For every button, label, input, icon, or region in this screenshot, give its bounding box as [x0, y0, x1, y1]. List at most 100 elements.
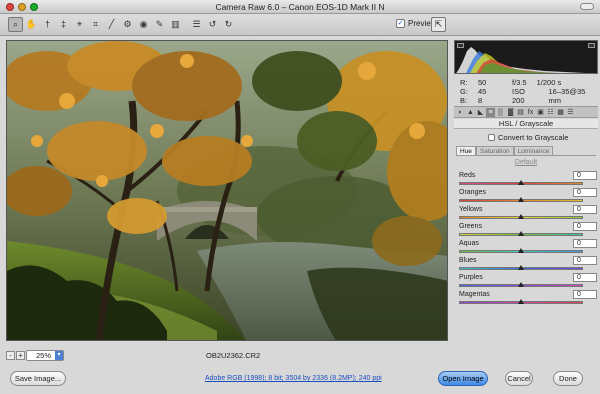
slider-value-input[interactable]: 0: [573, 188, 597, 197]
adjustments-panel: R: 50 G: 45 B: 8 f/3.5 1/200 s ISO 200 16–35@…: [452, 40, 600, 365]
spot-removal-tool-icon[interactable]: ⚙: [120, 17, 135, 32]
slider-thumb[interactable]: [518, 180, 524, 185]
g-label: G:: [460, 87, 468, 96]
pixel-readout: R: 50 G: 45 B: 8 f/3.5 1/200 s ISO 200 16–35@…: [454, 76, 598, 105]
slider-label: Reds: [459, 172, 476, 179]
zoom-level-select[interactable]: 25% ▾: [26, 350, 64, 361]
toolbar-toggle-button[interactable]: [580, 3, 594, 10]
tab-hue[interactable]: Hue: [456, 146, 476, 155]
graduated-filter-icon[interactable]: ▥: [168, 17, 183, 32]
histogram-graph: [456, 47, 585, 73]
snapshots-tab-icon[interactable]: ▦: [556, 108, 565, 117]
window-controls: [6, 3, 38, 11]
autumn-park-photo: [7, 41, 447, 340]
crop-tool-icon[interactable]: ⌗: [88, 17, 103, 32]
open-image-button[interactable]: Open Image: [438, 371, 488, 386]
camera-raw-window: Camera Raw 6.0 – Canon EOS-1D Mark II N …: [0, 0, 600, 394]
fx-tab-icon[interactable]: fx: [526, 108, 535, 117]
fullscreen-icon[interactable]: ⇱: [431, 17, 446, 32]
slider-label: Blues: [459, 257, 477, 264]
slider-thumb[interactable]: [518, 214, 524, 219]
panel-menu-icon[interactable]: ☰: [566, 108, 575, 117]
zoom-out-button[interactable]: -: [6, 351, 15, 360]
camera-calibration-tab-icon[interactable]: ▣: [536, 108, 545, 117]
slider-row-yellows: Yellows 0: [457, 205, 597, 222]
b-label: B:: [460, 96, 468, 105]
zoom-tool-icon[interactable]: ⌕: [8, 17, 23, 32]
presets-tab-icon[interactable]: ☷: [546, 108, 555, 117]
color-sampler-tool-icon[interactable]: ‡: [56, 17, 71, 32]
slider-value-input[interactable]: 0: [573, 171, 597, 180]
r-label: R:: [460, 78, 468, 87]
slider-value-input[interactable]: 0: [573, 222, 597, 231]
tab-saturation[interactable]: Saturation: [475, 146, 514, 155]
chevron-down-icon: ▾: [55, 351, 63, 360]
rotate-right-icon[interactable]: ↻: [221, 17, 236, 32]
title-bar: Camera Raw 6.0 – Canon EOS-1D Mark II N: [0, 0, 600, 14]
slider-thumb[interactable]: [518, 299, 524, 304]
workflow-options-link[interactable]: Adobe RGB (1998); 8 bit; 3504 by 2336 (8…: [205, 375, 382, 382]
preferences-icon[interactable]: ☰: [189, 17, 204, 32]
slider-thumb[interactable]: [518, 265, 524, 270]
slider-value-input[interactable]: 0: [573, 239, 597, 248]
targeted-adjustment-tool-icon[interactable]: ⌖: [72, 17, 87, 32]
zoom-level-value: 25%: [36, 351, 52, 360]
slider-label: Yellows: [459, 206, 483, 213]
tool-palette: ⌕ ✋ † ‡ ⌖ ⌗ ╱ ⚙ ◉ ✎ ▥ ☰ ↺ ↻: [8, 17, 236, 32]
basic-tab-icon[interactable]: ◐: [456, 108, 465, 117]
default-link[interactable]: Default: [452, 159, 600, 166]
slider-row-magentas: Magentas 0: [457, 290, 597, 307]
hsl-subtabs: Hue Saturation Luminance: [456, 146, 596, 156]
slider-thumb[interactable]: [518, 197, 524, 202]
slider-thumb[interactable]: [518, 231, 524, 236]
slider-value-input[interactable]: 0: [573, 256, 597, 265]
window-title: Camera Raw 6.0 – Canon EOS-1D Mark II N: [215, 2, 385, 12]
close-window-button[interactable]: [6, 3, 14, 11]
slider-thumb[interactable]: [518, 282, 524, 287]
detail-tab-icon[interactable]: ◣: [476, 108, 485, 117]
convert-grayscale-toggle[interactable]: Convert to Grayscale: [488, 133, 568, 142]
slider-label: Oranges: [459, 189, 486, 196]
slider-thumb[interactable]: [518, 248, 524, 253]
save-image-button[interactable]: Save Image...: [10, 371, 66, 386]
straighten-tool-icon[interactable]: ╱: [104, 17, 119, 32]
red-eye-tool-icon[interactable]: ◉: [136, 17, 151, 32]
tab-luminance[interactable]: Luminance: [513, 146, 554, 155]
split-toning-tab-icon[interactable]: ▒: [496, 108, 505, 117]
lens-corrections-tab-icon[interactable]: ▓: [506, 108, 515, 117]
zoom-in-button[interactable]: +: [16, 351, 25, 360]
camera-info: f/3.5 1/200 s ISO 200 16–35@35 mm: [512, 78, 598, 105]
slider-value-input[interactable]: 0: [573, 290, 597, 299]
slider-row-purples: Purples 0: [457, 273, 597, 290]
slider-label: Purples: [459, 274, 483, 281]
highlight-clipping-indicator[interactable]: [588, 43, 595, 48]
image-preview[interactable]: [6, 40, 448, 341]
preview-checkbox[interactable]: ✓: [396, 19, 405, 28]
shadow-clipping-indicator[interactable]: [457, 43, 464, 48]
b-value: 8: [478, 96, 483, 105]
bottom-bar: Save Image... Adobe RGB (1998); 8 bit; 3…: [0, 367, 600, 394]
rotate-left-icon[interactable]: ↺: [205, 17, 220, 32]
tone-curve-tab-icon[interactable]: ▲: [466, 108, 475, 117]
slider-row-oranges: Oranges 0: [457, 188, 597, 205]
r-value: 50: [478, 78, 487, 87]
effects-tab-icon[interactable]: ▤: [516, 108, 525, 117]
slider-label: Aquas: [459, 240, 479, 247]
cancel-button[interactable]: Cancel: [505, 371, 533, 386]
iso-value: ISO 200: [512, 87, 525, 105]
slider-value-input[interactable]: 0: [573, 205, 597, 214]
adjustment-brush-icon[interactable]: ✎: [152, 17, 167, 32]
hand-tool-icon[interactable]: ✋: [24, 17, 39, 32]
slider-label: Greens: [459, 223, 482, 230]
white-balance-tool-icon[interactable]: †: [40, 17, 55, 32]
hsl-tab-icon[interactable]: ≡: [486, 107, 495, 117]
slider-row-blues: Blues 0: [457, 256, 597, 273]
toolbar: ⌕ ✋ † ‡ ⌖ ⌗ ╱ ⚙ ◉ ✎ ▥ ☰ ↺ ↻ ✓ Preview ⇱: [0, 14, 600, 36]
slider-value-input[interactable]: 0: [573, 273, 597, 282]
done-button[interactable]: Done: [553, 371, 583, 386]
hue-sliders: Reds 0 Oranges 0 Yellows 0 Greens 0 Aquas 0 Blues 0…: [457, 171, 597, 307]
zoom-window-button[interactable]: [30, 3, 38, 11]
convert-grayscale-checkbox[interactable]: [488, 134, 495, 141]
shutter-value: 1/200 s: [536, 78, 562, 87]
minimize-window-button[interactable]: [18, 3, 26, 11]
